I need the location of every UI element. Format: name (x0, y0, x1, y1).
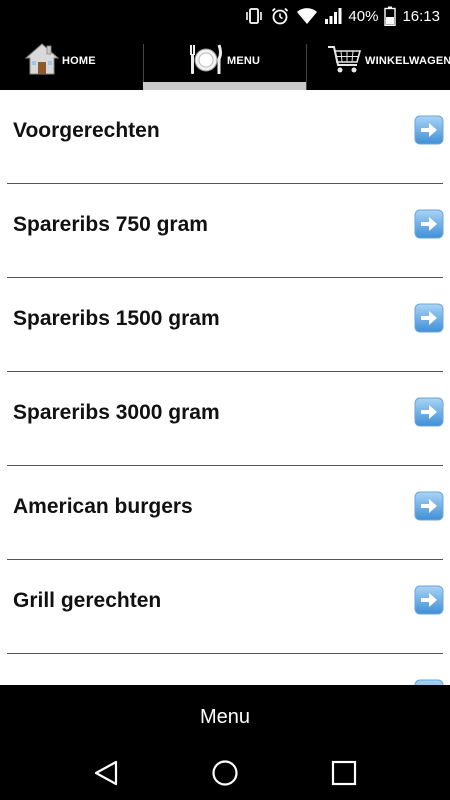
menu-item-label: Voorgerechten (13, 119, 160, 142)
signal-icon (324, 7, 342, 25)
home-button[interactable] (205, 758, 245, 792)
menu-item[interactable]: Voorgerechten (0, 90, 450, 184)
menu-item[interactable]: Spareribs 3000 gram (0, 372, 450, 466)
menu-item-label: American burgers (13, 495, 193, 518)
home-circle-icon (211, 759, 239, 792)
house-icon (24, 41, 60, 82)
recents-button[interactable] (324, 758, 364, 792)
arrow-right-icon[interactable] (414, 115, 444, 150)
bottom-title-bar: Menu (0, 685, 450, 750)
tab-divider (306, 44, 307, 90)
vibrate-icon (244, 6, 264, 26)
back-icon (92, 759, 120, 792)
menu-item[interactable] (0, 654, 450, 685)
navigation-bar (0, 750, 450, 800)
recents-icon (330, 759, 358, 792)
arrow-right-icon[interactable] (414, 303, 444, 338)
clock-time: 16:13 (402, 7, 440, 25)
menu-item[interactable]: Grill gerechten (0, 560, 450, 654)
status-bar: 40% 16:13 (0, 0, 450, 32)
menu-item[interactable]: Spareribs 750 gram (0, 184, 450, 278)
tab-winkelwagen[interactable]: WINKELWAGEN (327, 32, 450, 90)
selected-tab-indicator (143, 82, 306, 90)
menu-item-label: Grill gerechten (13, 589, 162, 612)
menu-item[interactable]: Spareribs 1500 gram (0, 278, 450, 372)
status-icons: 40% 16:13 (244, 0, 440, 32)
battery-icon (384, 6, 397, 26)
back-button[interactable] (86, 758, 126, 792)
wifi-icon (296, 7, 318, 25)
tab-menu-label: MENU (227, 55, 261, 67)
arrow-right-icon[interactable] (414, 209, 444, 244)
arrow-right-icon[interactable] (414, 491, 444, 526)
tab-winkelwagen-label: WINKELWAGEN (365, 55, 450, 67)
arrow-right-icon[interactable] (414, 397, 444, 432)
menu-item[interactable]: American burgers (0, 466, 450, 560)
alarm-icon (270, 6, 290, 26)
menu-item-label: Spareribs 750 gram (13, 213, 208, 236)
shopping-cart-icon (327, 41, 363, 82)
bottom-title: Menu (199, 706, 251, 728)
tab-home-label: HOME (62, 55, 96, 67)
tab-home[interactable]: HOME (24, 32, 96, 90)
arrow-right-icon[interactable] (414, 585, 444, 620)
menu-item-label: Spareribs 3000 gram (13, 401, 220, 424)
menu-item-label: Spareribs 1500 gram (13, 307, 220, 330)
plate-cutlery-icon (189, 41, 223, 82)
battery-percent: 40% (348, 7, 379, 25)
menu-list[interactable]: Voorgerechten Spareribs 750 gram Spareribs… (0, 90, 450, 685)
